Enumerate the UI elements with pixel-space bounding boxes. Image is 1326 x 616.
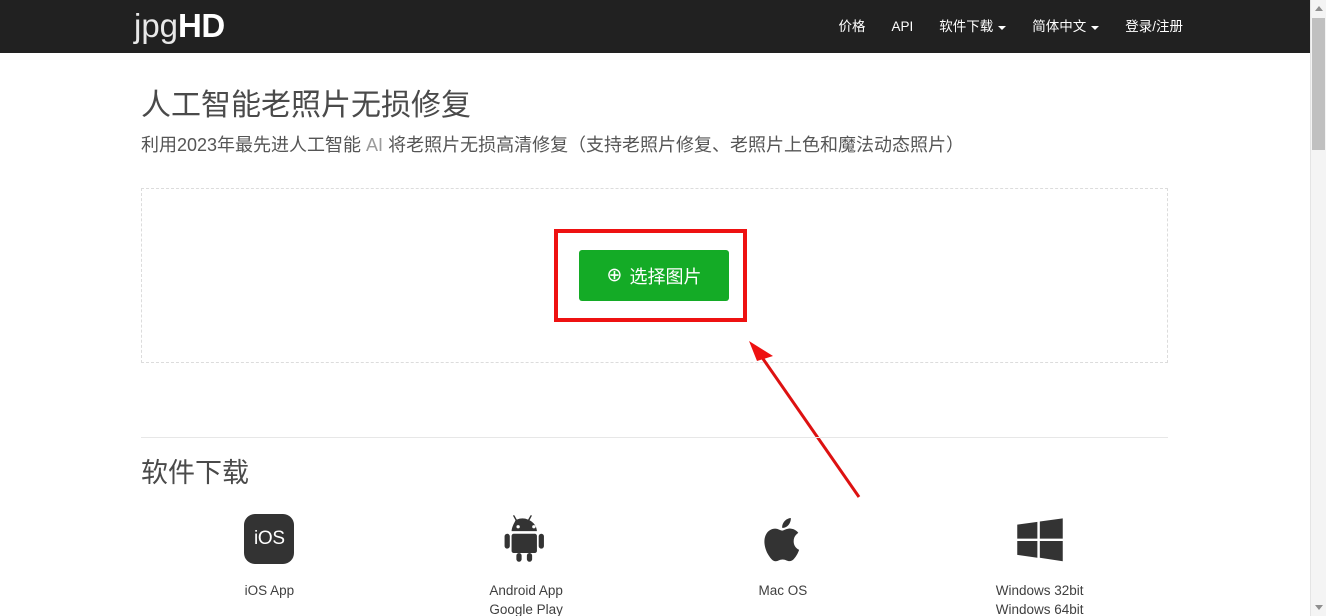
subtitle-ai-token: AI <box>366 135 384 155</box>
browser-viewport: jpgHD 价格 API 软件下载 简体中文 登录/注册 人工智能老照片无损修复… <box>0 0 1326 616</box>
ios-badge-label: iOS <box>244 514 295 564</box>
ios-icon: iOS <box>244 508 295 570</box>
nav-label-language: 简体中文 <box>1032 19 1087 34</box>
scroll-down-button[interactable] <box>1311 599 1326 616</box>
download-item-ios[interactable]: iOS iOS App <box>141 508 398 616</box>
download-labels-windows: Windows 32bit Windows 64bit <box>996 581 1084 616</box>
downloads-heading: 软件下载 <box>141 458 249 488</box>
triangle-up-icon <box>1314 6 1323 11</box>
vertical-scrollbar[interactable] <box>1310 0 1326 616</box>
logo-text-jpg: jpg <box>134 7 179 44</box>
main-navigation: 价格 API 软件下载 简体中文 登录/注册 <box>838 0 1183 53</box>
scrollbar-thumb[interactable] <box>1312 18 1325 150</box>
download-labels-ios: iOS App <box>245 581 295 600</box>
download-label-line: Mac OS <box>758 583 808 598</box>
site-header: jpgHD 价格 API 软件下载 简体中文 登录/注册 <box>0 0 1310 53</box>
download-label-line: Windows 32bit <box>995 583 1084 598</box>
download-item-android[interactable]: Android App Google Play <box>398 508 655 616</box>
apple-icon <box>755 508 811 570</box>
logo-text-hd: HD <box>178 7 225 44</box>
download-labels-mac: Mac OS <box>758 581 807 600</box>
triangle-down-icon <box>1314 605 1323 610</box>
nav-item-pricing[interactable]: 价格 <box>838 0 865 53</box>
downloads-list: iOS iOS App Android App Google Play Mac … <box>141 508 1168 616</box>
download-item-mac[interactable]: Mac OS <box>655 508 912 616</box>
windows-icon <box>1012 508 1068 570</box>
download-labels-android: Android App Google Play <box>489 581 563 616</box>
page-content: jpgHD 价格 API 软件下载 简体中文 登录/注册 人工智能老照片无损修复… <box>0 0 1310 616</box>
subtitle-part-after: 将老照片无损高清修复（支持老照片修复、老照片上色和魔法动态照片） <box>383 135 965 155</box>
section-divider <box>141 437 1168 438</box>
download-label-line: Google Play <box>489 602 563 616</box>
page-title: 人工智能老照片无损修复 <box>141 89 471 122</box>
page-subtitle: 利用2023年最先进人工智能 AI 将老照片无损高清修复（支持老照片修复、老照片… <box>141 131 964 159</box>
android-icon <box>498 508 554 570</box>
scroll-up-button[interactable] <box>1311 0 1326 17</box>
nav-label-software-download: 软件下载 <box>939 19 994 34</box>
nav-label-api: API <box>891 19 914 34</box>
circle-plus-icon: ⊕ <box>606 264 623 286</box>
download-label-line: Android App <box>489 583 563 598</box>
download-label-line: Windows 64bit <box>995 602 1084 616</box>
nav-label-pricing: 价格 <box>838 19 866 34</box>
nav-item-api[interactable]: API <box>891 0 913 53</box>
chevron-down-icon <box>1091 25 1100 30</box>
download-item-windows[interactable]: Windows 32bit Windows 64bit <box>911 508 1168 616</box>
subtitle-part-before: 利用2023年最先进人工智能 <box>141 135 367 155</box>
nav-item-language[interactable]: 简体中文 <box>1032 0 1100 53</box>
chevron-down-icon <box>998 25 1007 30</box>
download-label-line: iOS App <box>244 583 295 598</box>
nav-label-login-register: 登录/注册 <box>1125 19 1183 34</box>
nav-item-login-register[interactable]: 登录/注册 <box>1125 0 1183 53</box>
select-image-button[interactable]: ⊕ 选择图片 <box>579 250 729 301</box>
nav-item-software-download[interactable]: 软件下载 <box>939 0 1007 53</box>
site-logo[interactable]: jpgHD <box>134 7 225 45</box>
select-image-button-label: 选择图片 <box>629 266 702 287</box>
